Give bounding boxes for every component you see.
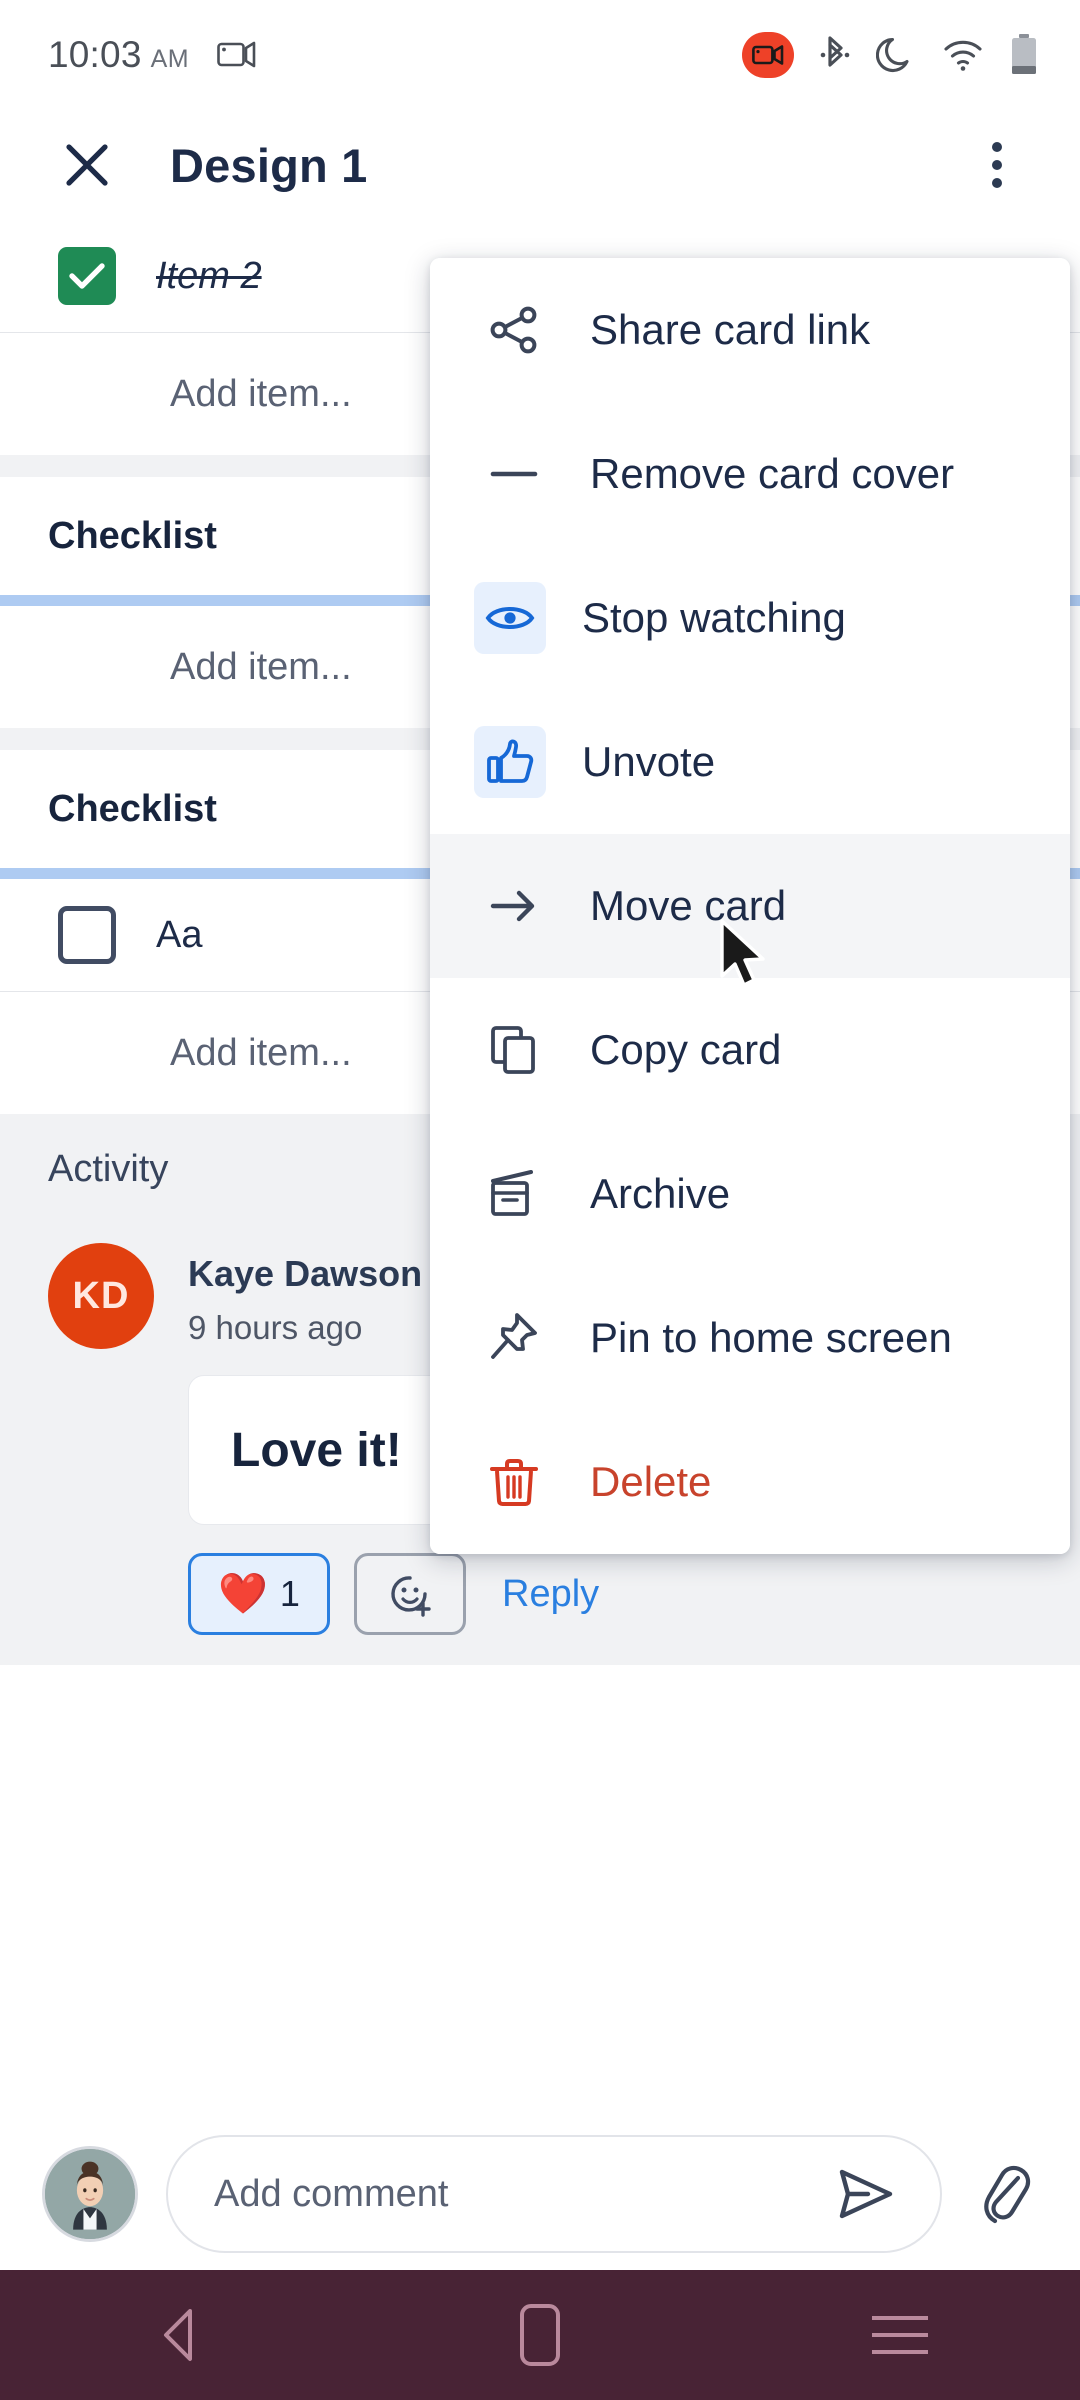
add-item-label: Add item...: [170, 372, 352, 415]
checkbox-unchecked-icon[interactable]: [58, 906, 116, 964]
kebab-menu-icon[interactable]: [960, 128, 1034, 202]
app-header: Design 1: [0, 110, 1080, 220]
arrow-right-icon: [474, 879, 554, 933]
menu-item-pin-to-home-screen[interactable]: Pin to home screen: [430, 1266, 1070, 1410]
add-reaction-icon[interactable]: [354, 1553, 466, 1635]
minus-icon: [474, 447, 554, 501]
menu-item-unvote[interactable]: Unvote: [430, 690, 1070, 834]
eye-icon: [474, 582, 546, 654]
menu-item-archive[interactable]: Archive: [430, 1122, 1070, 1266]
screen-cast-icon: [217, 40, 257, 70]
menu-item-copy-card[interactable]: Copy card: [430, 978, 1070, 1122]
comment-author: Kaye Dawson: [188, 1253, 423, 1294]
comment-input-placeholder: Add comment: [214, 2172, 449, 2215]
menu-item-share-card-link[interactable]: Share card link: [430, 258, 1070, 402]
menu-item-label: Stop watching: [582, 594, 846, 641]
share-icon: [474, 303, 554, 357]
android-nav-bar: [0, 2270, 1080, 2400]
status-bar-icons: [742, 32, 1038, 78]
mouse-cursor: [718, 918, 774, 999]
menu-item-label: Pin to home screen: [590, 1314, 952, 1361]
checklist-item-label: Aa: [156, 913, 203, 956]
menu-item-label: Share card link: [590, 306, 871, 353]
trash-icon: [474, 1455, 554, 1509]
close-icon[interactable]: [50, 128, 124, 202]
send-icon[interactable]: [834, 2162, 898, 2226]
checklist-title: Checklist: [48, 787, 217, 830]
checklist-title: Checklist: [48, 514, 217, 557]
copy-icon: [474, 1023, 554, 1077]
back-icon[interactable]: [105, 2270, 255, 2400]
page-title: Design 1: [170, 138, 368, 192]
menu-item-label: Remove card cover: [590, 450, 955, 497]
menu-item-label: Delete: [590, 1458, 712, 1505]
menu-item-remove-card-cover[interactable]: Remove card cover: [430, 402, 1070, 546]
paperclip-icon[interactable]: [958, 2162, 1054, 2226]
comment-input-bar: Add comment: [0, 2118, 1080, 2270]
wifi-icon: [944, 40, 982, 71]
screen-record-icon: [742, 32, 794, 78]
reaction-heart-button[interactable]: ❤️ 1: [188, 1553, 330, 1635]
avatar[interactable]: KD: [48, 1243, 154, 1349]
comment-timestamp: 9 hours ago: [188, 1309, 363, 1346]
home-icon[interactable]: [465, 2270, 615, 2400]
battery-icon: [1012, 34, 1036, 74]
card-options-menu: Share card link Remove card cover Stop w…: [430, 258, 1070, 1554]
thumbs-up-icon: [474, 726, 546, 798]
bluetooth-icon: [820, 36, 850, 67]
comment-input-field[interactable]: Add comment: [166, 2135, 942, 2253]
reply-button[interactable]: Reply: [502, 1573, 599, 1616]
archive-icon: [474, 1167, 554, 1221]
checklist-item-label: Item 2: [156, 254, 262, 297]
status-bar-clock: 10:03 AM: [48, 34, 189, 76]
clock-ampm: AM: [150, 45, 190, 73]
menu-item-label: Archive: [590, 1170, 731, 1217]
phone-screen: 10:03 AM Design 1 Item 2 Add item... Che…: [0, 0, 1080, 2400]
avatar[interactable]: [42, 2146, 138, 2242]
checkbox-checked-icon[interactable]: [58, 247, 116, 305]
menu-item-delete[interactable]: Delete: [430, 1410, 1070, 1554]
recents-icon[interactable]: [825, 2270, 975, 2400]
menu-item-label: Copy card: [590, 1026, 782, 1073]
menu-item-stop-watching[interactable]: Stop watching: [430, 546, 1070, 690]
comment-text: Love it!: [231, 1423, 402, 1477]
reaction-count: 1: [279, 1573, 300, 1614]
do-not-disturb-icon: [876, 37, 909, 72]
add-item-label: Add item...: [170, 645, 352, 688]
status-bar: 10:03 AM: [0, 0, 1080, 110]
clock-time: 10:03: [48, 34, 142, 75]
add-item-label: Add item...: [170, 1031, 352, 1074]
pin-icon: [474, 1311, 554, 1365]
comment-actions: ❤️ 1 Reply: [188, 1553, 1036, 1635]
heart-icon: ❤️: [218, 1572, 268, 1616]
comment-meta: Kaye Dawson 9 hours ago: [188, 1253, 422, 1347]
menu-item-label: Unvote: [582, 738, 716, 785]
